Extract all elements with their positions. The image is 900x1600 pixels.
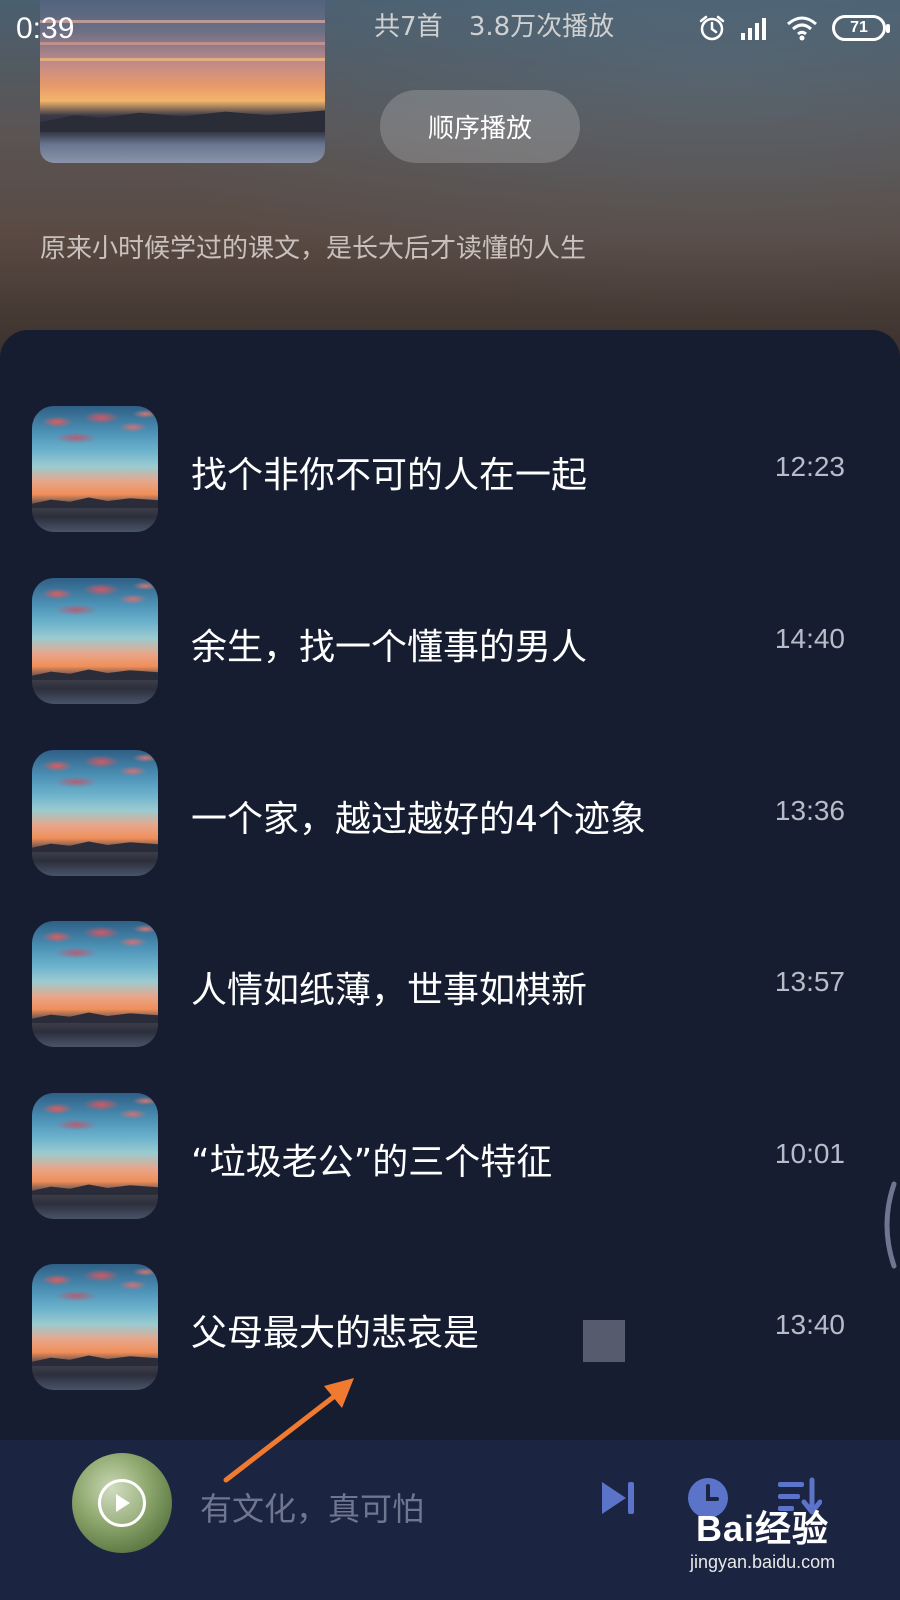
watermark-site: jingyan.baidu.com (690, 1552, 836, 1572)
track-title: 找个非你不可的人在一起 (191, 455, 588, 496)
watermark-brand: Bai经验 (696, 1508, 830, 1549)
track-row[interactable]: 父母最大的悲哀是 13:40 (0, 1264, 900, 1394)
redaction-box (583, 1320, 625, 1362)
now-playing-title: 有文化，真可怕 (200, 1490, 425, 1528)
track-duration: 10:01 (774, 1138, 845, 1169)
track-thumbnail (32, 578, 158, 704)
track-row[interactable]: 人情如纸薄，世事如棋新 13:57 (0, 921, 900, 1051)
track-thumbnail (32, 1264, 158, 1390)
now-playing-cover[interactable] (72, 1453, 172, 1553)
wifi-icon (786, 15, 818, 41)
track-title: 人情如纸薄，世事如棋新 (191, 970, 588, 1011)
track-thumbnail (32, 406, 158, 532)
track-row[interactable]: “垃圾老公”的三个特征 10:01 (0, 1093, 900, 1223)
track-duration: 12:23 (774, 451, 845, 482)
battery-level: 71 (850, 19, 868, 36)
track-title: 余生，找一个懂事的男人 (191, 627, 588, 668)
baidu-watermark: Bai经验 jingyan.baidu.com (690, 1500, 835, 1573)
track-duration: 14:40 (774, 623, 845, 654)
track-duration: 13:36 (774, 795, 845, 826)
track-thumbnail (32, 1093, 158, 1219)
track-row[interactable]: 余生，找一个懂事的男人 14:40 (0, 578, 900, 708)
track-row[interactable]: 找个非你不可的人在一起 12:23 (0, 406, 900, 536)
playlist-description: 原来小时候学过的课文，是长大后才读懂的人生 (40, 234, 587, 264)
alarm-icon (698, 14, 726, 42)
track-row[interactable]: 一个家，越过越好的4个迹象 13:36 (0, 750, 900, 880)
status-bar: 0:39 71 (0, 0, 900, 60)
track-title: 一个家，越过越好的4个迹象 (191, 799, 646, 840)
track-title: “垃圾老公”的三个特征 (191, 1142, 553, 1183)
signal-icon (740, 15, 772, 41)
battery-icon: 71 (832, 15, 890, 41)
play-icon[interactable] (98, 1479, 146, 1527)
track-list: 找个非你不可的人在一起 12:23 余生，找一个懂事的男人 14:40 一个家，… (0, 330, 900, 1440)
side-scroll-handle[interactable] (876, 1180, 900, 1270)
annotation-arrow-icon (223, 1378, 354, 1483)
track-thumbnail (32, 750, 158, 876)
track-title: 父母最大的悲哀是 (191, 1313, 480, 1354)
next-track-icon[interactable] (596, 1476, 640, 1524)
sequential-play-button[interactable]: 顺序播放 (380, 90, 580, 163)
track-thumbnail (32, 921, 158, 1047)
status-time: 0:39 (16, 12, 75, 45)
track-duration: 13:57 (774, 966, 845, 997)
track-duration: 13:40 (774, 1309, 845, 1340)
